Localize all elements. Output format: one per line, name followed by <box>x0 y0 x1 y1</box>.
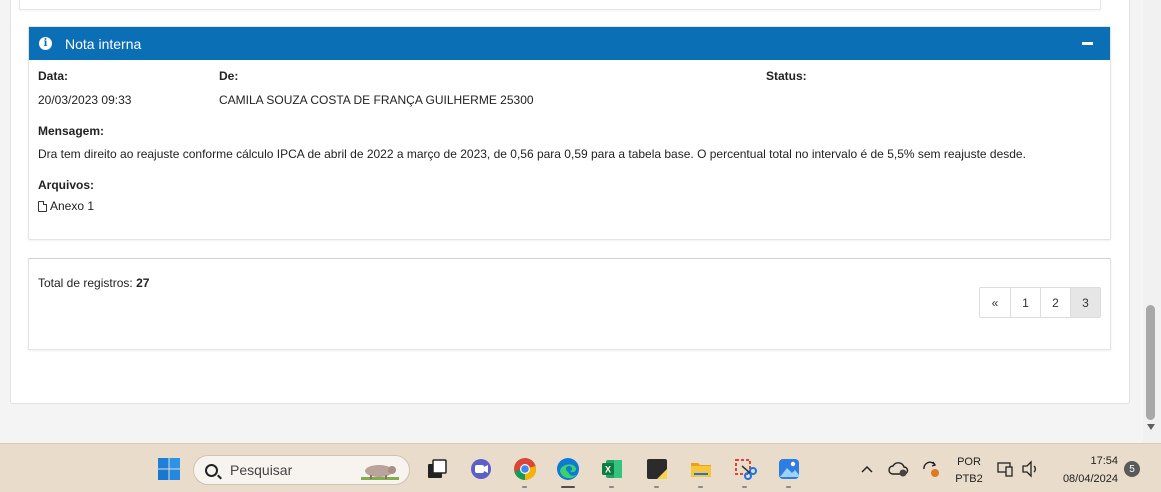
scroll-thumb[interactable] <box>1146 305 1155 420</box>
file-icon <box>38 200 47 212</box>
taskbar: Pesquisar X POR PTB2 17:54 08/04/2024 5 <box>0 443 1161 492</box>
chrome-running-indicator <box>522 486 527 488</box>
total-label: Total de registros: <box>38 276 133 290</box>
previous-record-panel <box>19 0 1101 10</box>
update-icon[interactable] <box>920 459 942 479</box>
date-value: 20/03/2023 09:33 <box>38 93 132 107</box>
sticky-notes-icon[interactable] <box>645 457 669 481</box>
attachment-link[interactable]: Anexo 1 <box>38 199 94 213</box>
excel-icon[interactable]: X <box>600 457 624 481</box>
photos-icon[interactable] <box>777 457 801 481</box>
message-label: Mensagem: <box>38 124 105 138</box>
page-2[interactable]: 2 <box>1040 288 1070 317</box>
date-label: Data: <box>38 69 69 83</box>
clock-date[interactable]: 08/04/2024 <box>1052 473 1118 485</box>
total-value: 27 <box>136 276 150 290</box>
search-highlight-icon <box>361 465 399 480</box>
excel-running-indicator <box>609 486 614 488</box>
page-1[interactable]: 1 <box>1010 288 1040 317</box>
taskbar-search[interactable]: Pesquisar <box>193 455 410 485</box>
note-body: Data: De: Status: 20/03/2023 09:33 CAMIL… <box>29 60 1110 240</box>
pagination: « 1 2 3 <box>979 287 1101 318</box>
total-records: Total de registros: 27 <box>38 276 149 290</box>
volume-icon[interactable] <box>1020 459 1040 479</box>
sticky-notes-running-indicator <box>654 486 659 488</box>
message-value: Dra tem direito ao reajuste conforme cál… <box>38 147 1026 161</box>
note-header[interactable]: i Nota interna <box>29 27 1110 60</box>
explorer-running-indicator <box>698 486 703 488</box>
chrome-icon[interactable] <box>513 457 537 481</box>
from-value: CAMILA SOUZA COSTA DE FRANÇA GUILHERME 2… <box>219 93 534 107</box>
search-icon <box>205 463 218 477</box>
note-title: Nota interna <box>65 35 142 52</box>
vertical-scrollbar[interactable] <box>1143 0 1161 443</box>
network-icon[interactable] <box>996 459 1016 479</box>
snipping-tool-icon[interactable] <box>733 457 757 481</box>
snipping-running-indicator <box>742 486 747 488</box>
edge-active-indicator <box>561 486 575 488</box>
from-label: De: <box>219 69 239 83</box>
files-label: Arquivos: <box>38 178 95 192</box>
cloud-sync-icon[interactable] <box>888 459 910 479</box>
chevron-up-icon[interactable] <box>858 460 876 478</box>
teams-chat-icon[interactable] <box>469 457 493 481</box>
keyboard-layout[interactable]: PTB2 <box>953 473 985 485</box>
attachment-name: Anexo 1 <box>50 199 95 213</box>
search-placeholder: Pesquisar <box>230 462 293 478</box>
collapse-button[interactable] <box>1082 42 1093 45</box>
clock-time[interactable]: 17:54 <box>1056 455 1118 467</box>
file-explorer-icon[interactable] <box>689 457 713 481</box>
status-label: Status: <box>766 69 807 83</box>
photos-running-indicator <box>786 486 791 488</box>
internal-note-panel: i Nota interna Data: De: Status: 20/03/2… <box>28 26 1111 240</box>
pagination-panel: Total de registros: 27 « 1 2 3 <box>28 258 1111 350</box>
page-content: i Nota interna Data: De: Status: 20/03/2… <box>0 0 1143 443</box>
task-view-icon[interactable] <box>425 457 449 481</box>
notification-badge[interactable]: 5 <box>1124 461 1140 477</box>
info-icon: i <box>39 37 52 50</box>
edge-icon[interactable] <box>556 457 580 481</box>
windows-start-icon[interactable] <box>157 457 181 481</box>
scroll-down-arrow[interactable] <box>1147 424 1155 430</box>
page-3[interactable]: 3 <box>1070 288 1100 317</box>
page-prev[interactable]: « <box>980 288 1010 317</box>
svg-text:X: X <box>605 465 611 475</box>
language-indicator[interactable]: POR <box>953 456 985 468</box>
